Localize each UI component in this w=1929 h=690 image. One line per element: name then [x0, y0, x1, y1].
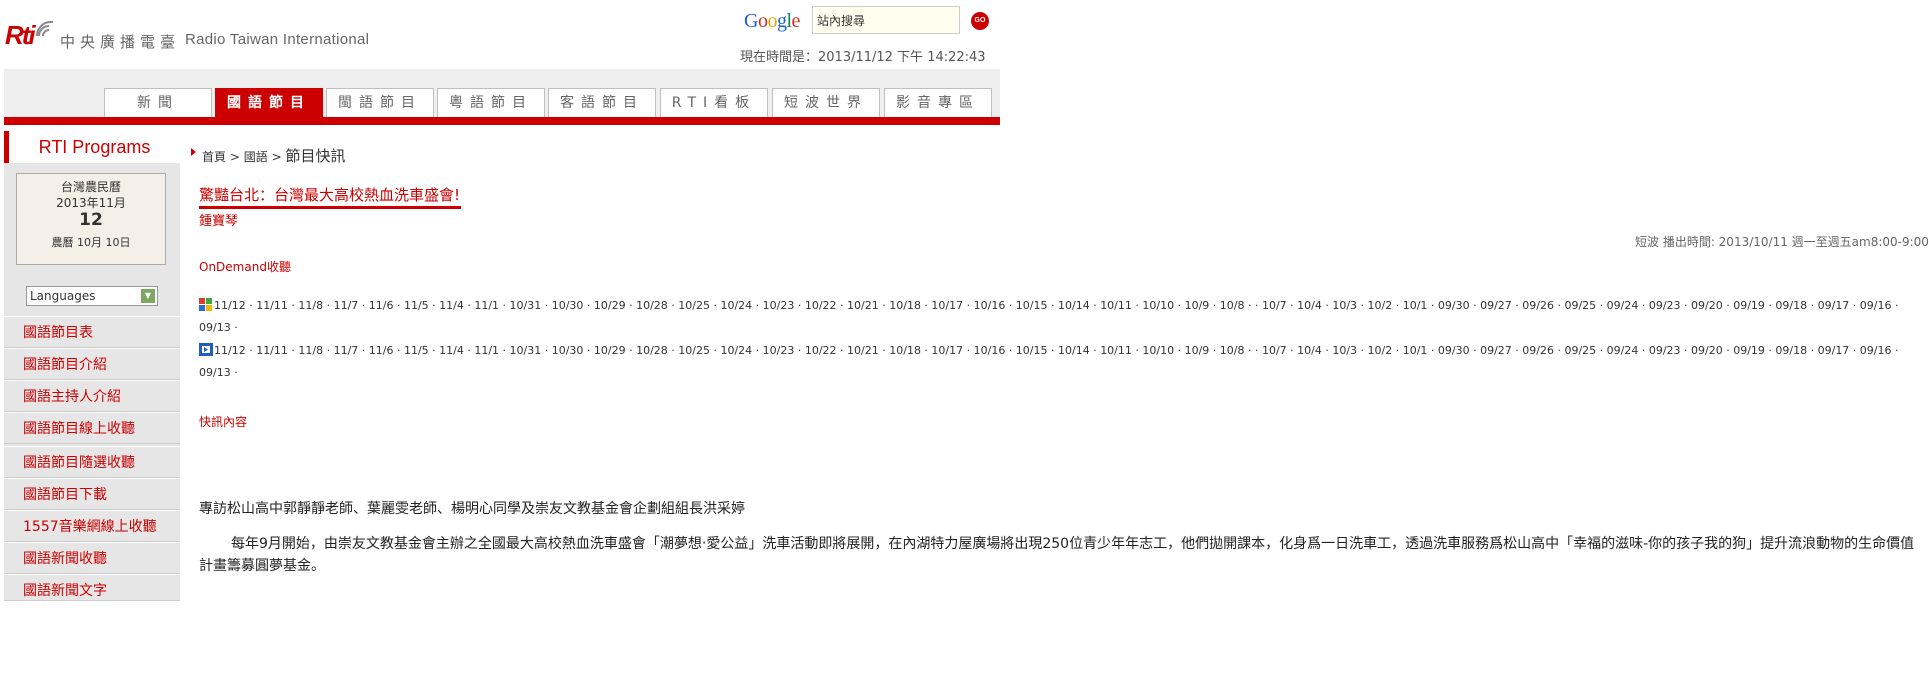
nav-tab-rti-board[interactable]: RTI看板 [660, 88, 768, 117]
broadcast-wave-icon [35, 20, 54, 37]
current-time-label: 現在時間是：2013/11/12 下午 14:22:43 [740, 50, 986, 65]
nav-tab-hakka[interactable]: 客語節目 [548, 88, 656, 117]
ondemand-dates-windows-media: 11/12 · 11/11 · 11/8 · 11/7 · 11/6 · 11/… [199, 295, 1919, 339]
media-player-icon [199, 343, 213, 356]
language-select-value: Languages [30, 289, 96, 303]
site-name-english: Radio Taiwan International [185, 31, 370, 48]
farmers-calendar: 台灣農民曆 2013年11月 12 農曆 10月 10日 [16, 173, 166, 265]
calendar-heading: 台灣農民曆 [60, 180, 121, 194]
host-name: 鍾寶琴 [199, 214, 239, 229]
windows-media-icon [199, 298, 212, 311]
search-go-button[interactable]: GO [971, 12, 989, 30]
title-underline [199, 206, 461, 209]
nav-tab-hokkien[interactable]: 閩語節目 [326, 88, 434, 117]
news-content-label: 快訊內容 [199, 415, 248, 429]
chevron-down-icon: ▼ [141, 289, 155, 303]
article-title: 驚豔台北：台灣最大高校熱血洗車盛會! [199, 186, 461, 204]
article-paragraph-text: 每年9月開始，由崇友文教基金會主辦之全國最大高校熱血洗車盛會「潮夢想‧愛公益」洗… [199, 536, 1915, 574]
sidebar-title: RTI Programs [4, 131, 180, 163]
sidebar-item-music-live[interactable]: 1557音樂網線上收聽 [4, 510, 180, 542]
calendar-lunar-date: 農曆 10月 10日 [51, 236, 131, 249]
interview-subject: 專訪松山高中郭靜靜老師、葉麗雯老師、楊明心同學及崇友文教基金會企劃組組長洪采婷 [199, 501, 745, 517]
ondemand-date-links[interactable]: 11/12 · 11/11 · 11/8 · 11/7 · 11/6 · 11/… [199, 344, 1899, 379]
breadcrumb-separator: > [271, 150, 282, 164]
sidebar-item-news-text[interactable]: 國語新聞文字 [4, 574, 180, 601]
sidebar-item-download[interactable]: 國語節目下載 [4, 478, 180, 510]
nav-tab-mandarin[interactable]: 國語節目 [215, 88, 323, 117]
nav-tab-cantonese[interactable]: 粵語節目 [437, 88, 545, 117]
ondemand-label: OnDemand收聽 [199, 260, 291, 274]
ondemand-dates-realplayer: 11/12 · 11/11 · 11/8 · 11/7 · 11/6 · 11/… [199, 340, 1919, 384]
language-select[interactable]: Languages ▼ [26, 286, 158, 306]
breadcrumb-current: 節目快訊 [285, 147, 346, 165]
calendar-day: 12 [79, 210, 103, 230]
sidebar-item-live[interactable]: 國語節目線上收聽 [4, 412, 180, 444]
nav-divider [4, 117, 1000, 125]
breadcrumb-arrow-icon [191, 148, 196, 156]
breadcrumb-separator: > [229, 150, 240, 164]
site-search-input[interactable] [812, 6, 960, 34]
nav-tab-media[interactable]: 影音專區 [884, 88, 992, 117]
google-logo: Google [744, 10, 800, 32]
sidebar-item-news-audio[interactable]: 國語新聞收聽 [4, 542, 180, 574]
article-paragraph: 每年9月開始，由崇友文教基金會主辦之全國最大高校熱血洗車盛會「潮夢想‧愛公益」洗… [199, 533, 1919, 577]
sidebar-item-schedule[interactable]: 國語節目表 [4, 316, 180, 348]
rti-logo[interactable]: Rti [5, 8, 55, 52]
logo-text: Rti [5, 20, 36, 50]
ondemand-date-links[interactable]: 11/12 · 11/11 · 11/8 · 11/7 · 11/6 · 11/… [199, 299, 1899, 334]
site-name-chinese: 中央廣播電臺 [60, 33, 181, 51]
sidebar-item-ondemand[interactable]: 國語節目隨選收聽 [4, 446, 180, 478]
broadcast-time-info: 短波 播出時間: 2013/10/11 週一至週五am8:00-9:00 [1635, 235, 1929, 249]
nav-tab-shortwave[interactable]: 短波世界 [772, 88, 880, 117]
nav-tab-news[interactable]: 新聞 [104, 88, 212, 117]
sidebar-item-hosts[interactable]: 國語主持人介紹 [4, 380, 180, 412]
breadcrumb: 首頁 > 國語 > 節目快訊 [202, 145, 345, 166]
breadcrumb-section[interactable]: 國語 [244, 150, 268, 164]
breadcrumb-home[interactable]: 首頁 [202, 150, 226, 164]
calendar-month: 2013年11月 [56, 196, 126, 210]
sidebar-item-program-intro[interactable]: 國語節目介紹 [4, 348, 180, 380]
